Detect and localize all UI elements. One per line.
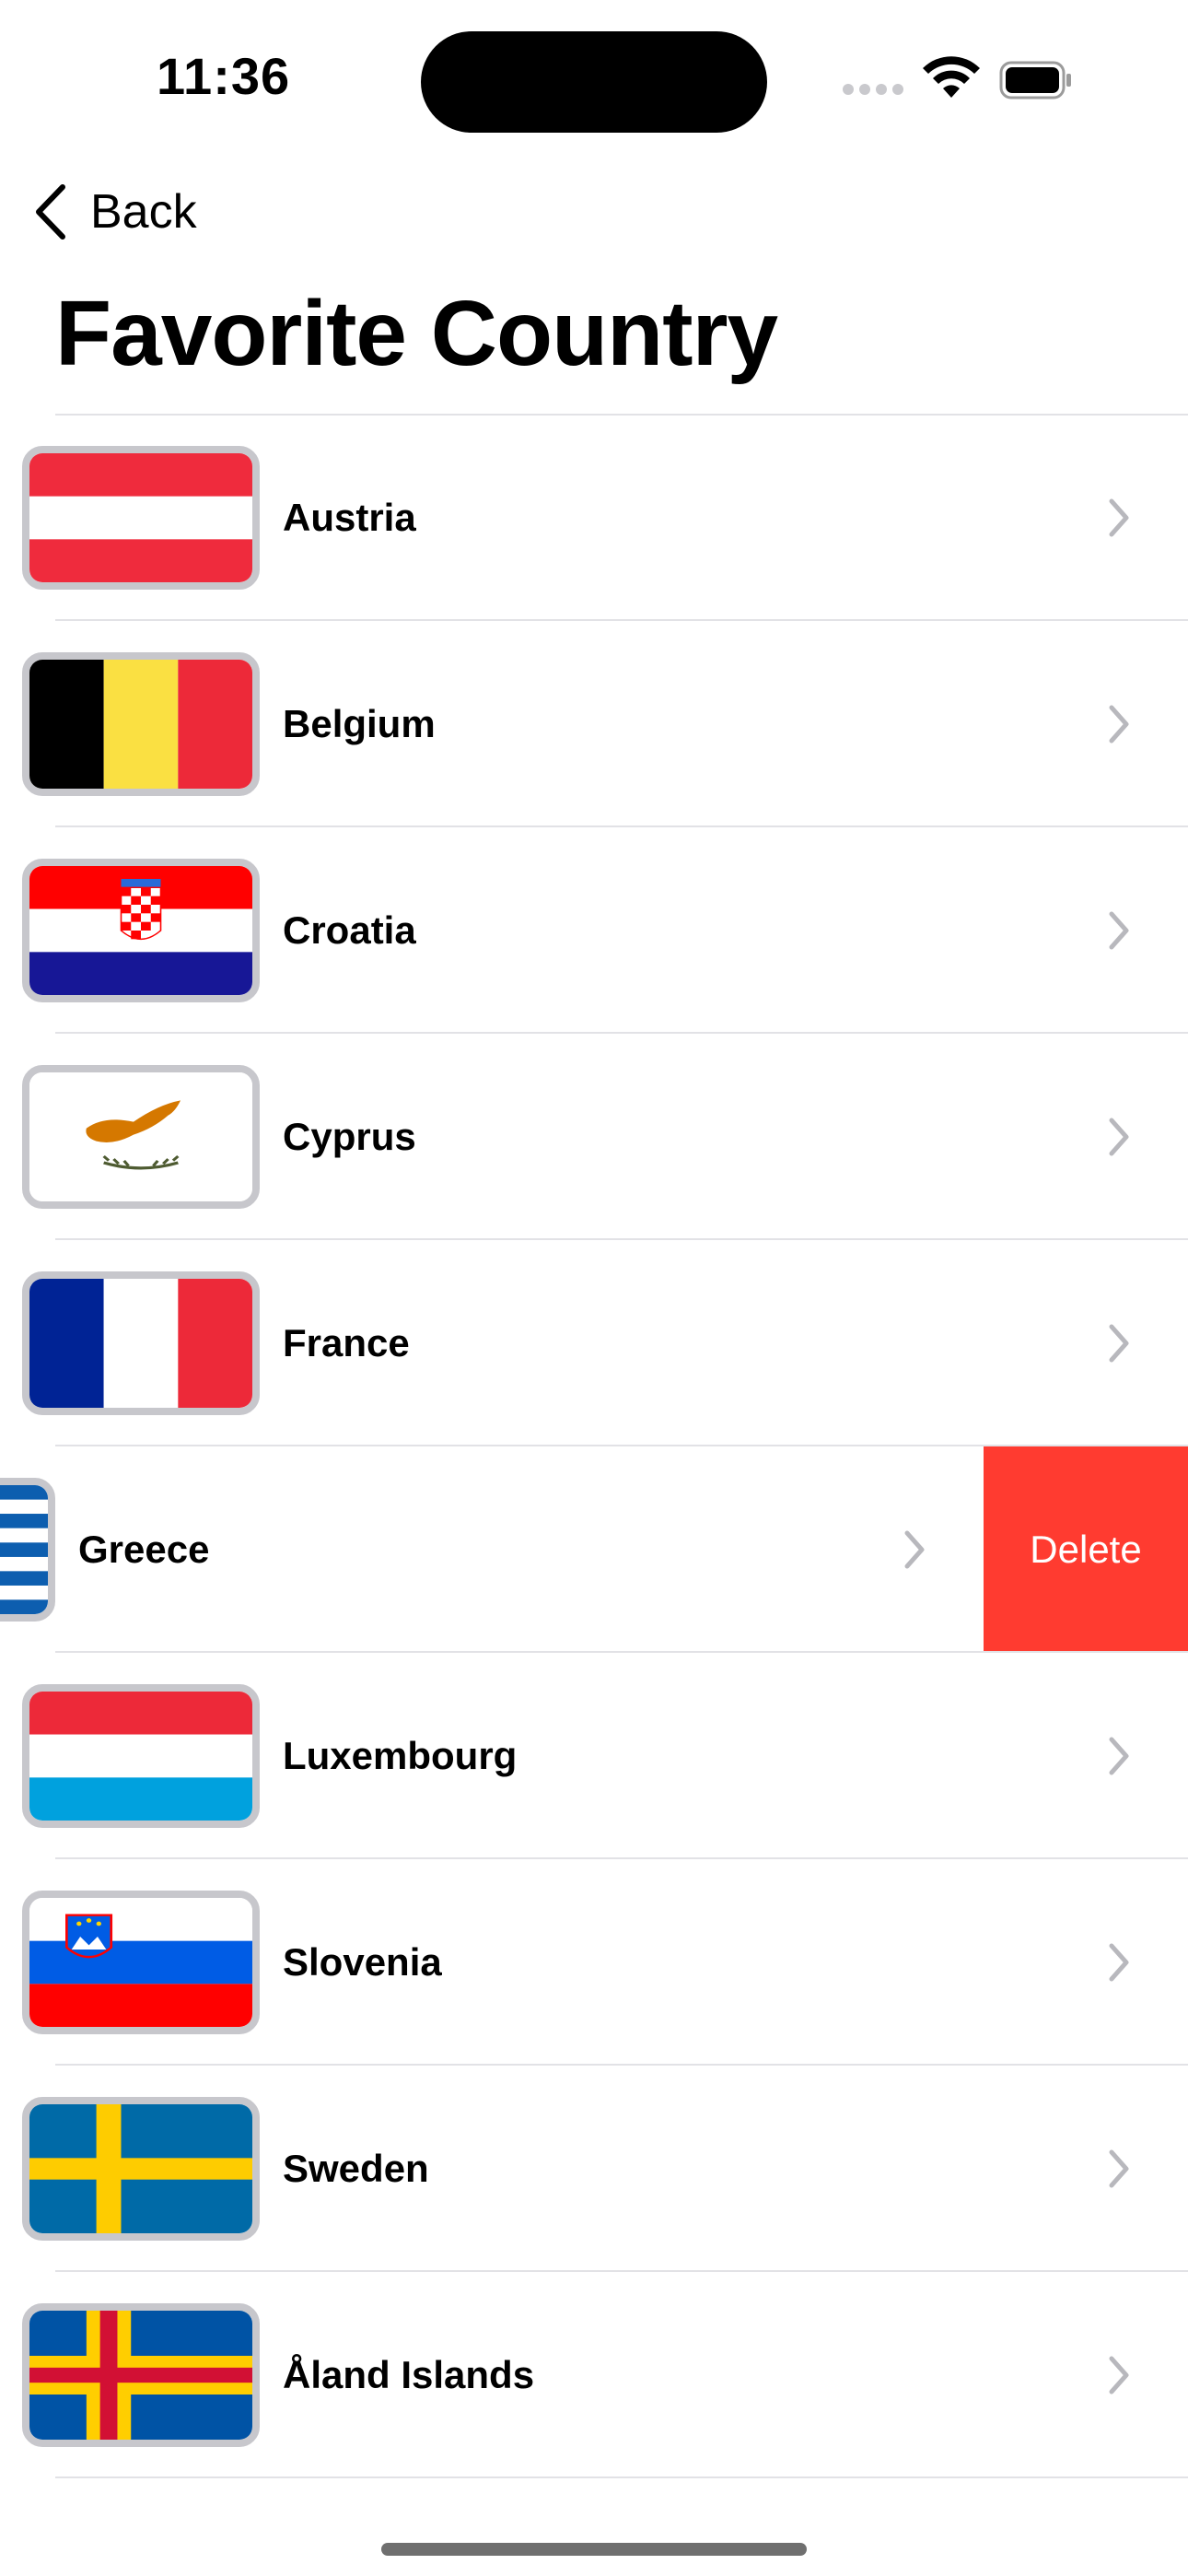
belgium-flag-icon [22,652,260,796]
swiped-row-content[interactable]: Greece [0,1446,984,1653]
list-item-slovenia[interactable]: Slovenia [0,1859,1188,2066]
home-indicator[interactable] [381,2543,807,2556]
country-name: Croatia [283,908,416,952]
luxembourg-flag-icon [22,1684,260,1828]
page-title: Favorite Country [55,282,778,385]
cellular-signal-icon [843,83,909,100]
country-list: Austria Belgium Croatia Cyprus France Gr… [0,414,1188,2478]
country-name: Austria [283,496,416,539]
chevron-right-icon [1109,2356,1129,2395]
chevron-right-icon [1109,2149,1129,2188]
wifi-icon [923,56,980,98]
list-item-sweden[interactable]: Sweden [0,2066,1188,2272]
cyprus-flag-icon [22,1065,260,1209]
list-item-france[interactable]: France [0,1240,1188,1446]
austria-flag-icon [22,446,260,590]
chevron-right-icon [1109,498,1129,537]
aland-islands-flag-icon [22,2303,260,2447]
chevron-right-icon [1109,911,1129,950]
sweden-flag-icon [22,2097,260,2241]
delete-button[interactable]: Delete [984,1446,1188,1653]
list-item-cyprus[interactable]: Cyprus [0,1034,1188,1240]
country-name: Greece [78,1528,210,1571]
country-name: Luxembourg [283,1734,518,1777]
list-item-greece[interactable]: Greece Delete [0,1446,1188,1653]
country-name: France [283,1321,410,1364]
slovenia-flag-icon [22,1891,260,2034]
croatia-flag-icon [22,859,260,1002]
chevron-right-icon [1109,1324,1129,1363]
status-time: 11:36 [157,47,291,105]
chevron-right-icon [1109,705,1129,744]
chevron-left-icon [36,184,65,240]
country-name: Sweden [283,2147,429,2190]
list-item-austria[interactable]: Austria [0,415,1188,621]
france-flag-icon [22,1271,260,1415]
country-name: Slovenia [283,1940,442,1984]
list-item-luxembourg[interactable]: Luxembourg [0,1653,1188,1859]
chevron-right-icon [1109,1943,1129,1982]
list-item-aland-islands[interactable]: Åland Islands [0,2272,1188,2478]
status-bar: 11:36 [0,0,1188,157]
chevron-right-icon [1109,1118,1129,1156]
dynamic-island [421,31,767,133]
list-item-croatia[interactable]: Croatia [0,827,1188,1034]
divider [55,2476,1188,2478]
country-name: Åland Islands [283,2353,535,2396]
greece-flag-icon [0,1478,55,1622]
back-button[interactable]: Back [33,175,197,249]
chevron-right-icon [1109,1737,1129,1775]
country-name: Cyprus [283,1115,416,1158]
list-item-belgium[interactable]: Belgium [0,621,1188,827]
back-label: Back [90,185,197,239]
country-name: Belgium [283,702,436,745]
battery-icon [999,61,1071,100]
chevron-right-icon [904,1530,925,1569]
